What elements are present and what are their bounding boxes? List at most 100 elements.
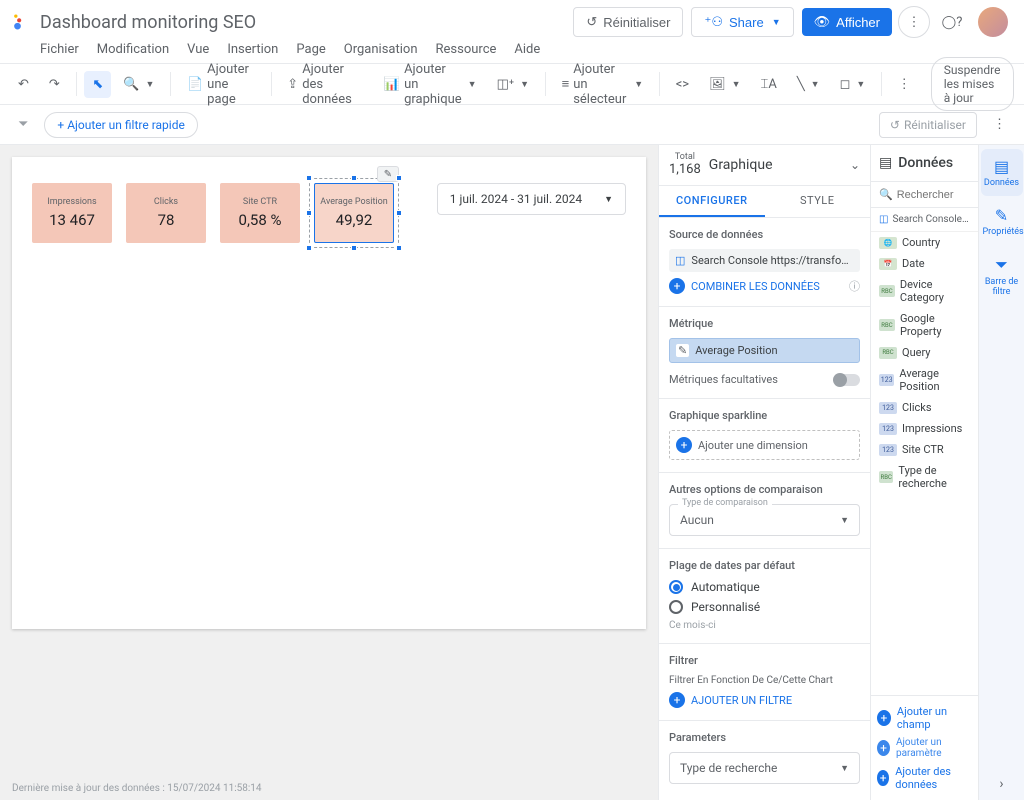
more-options-button[interactable]: ⋮ — [898, 6, 930, 38]
zoom-tool[interactable]: 🔍▼ — [115, 71, 162, 98]
field-google-property[interactable]: RBCGoogle Property — [871, 308, 978, 342]
field-type-icon: 🌐 — [879, 237, 897, 249]
add-page-button[interactable]: 📄 Ajouter une page — [179, 56, 263, 113]
menu-help[interactable]: Aide — [514, 42, 540, 57]
menu-resource[interactable]: Ressource — [436, 42, 497, 57]
scorecard-avg-position[interactable]: ✎ Average Position 49,92 — [314, 183, 394, 243]
sparkline-title: Graphique sparkline — [669, 409, 860, 422]
help-icon[interactable]: ◯? — [936, 6, 968, 38]
field-type-icon: RBC — [879, 347, 897, 359]
compare-title: Autres options de comparaison — [669, 483, 860, 496]
reset-filters-button[interactable]: ↺Réinitialiser — [879, 112, 977, 138]
field-type-de-recherche[interactable]: RBCType de recherche — [871, 460, 978, 494]
community-viz-button[interactable]: ◫⁺▼ — [489, 71, 537, 98]
redo-button[interactable]: ↷ — [41, 71, 68, 98]
scorecard-impressions[interactable]: Impressions 13 467 — [32, 183, 112, 243]
select-tool[interactable]: ⬉ — [84, 71, 111, 98]
params-title: Parameters — [669, 731, 860, 744]
text-button[interactable]: ⌶A — [753, 71, 785, 98]
datasource-title: Source de données — [669, 228, 860, 241]
metric-title: Métrique — [669, 317, 860, 330]
suspend-updates-button[interactable]: Suspendre les mises à jour — [931, 57, 1014, 111]
scorecard-type-icon[interactable]: Total 1,168 — [669, 153, 701, 177]
data-panel: ▤Données 🔍 ◫Search Console https:... 🌐Co… — [870, 145, 978, 800]
field-date[interactable]: 📅Date — [871, 253, 978, 274]
scorecard-clicks[interactable]: Clicks 78 — [126, 183, 206, 243]
blend-data-link[interactable]: +COMBINER LES DONNÉESⓘ — [669, 278, 860, 294]
field-type-icon: 123 — [879, 423, 897, 435]
field-search[interactable]: 🔍 — [871, 182, 978, 208]
share-button[interactable]: ⁺⚇Share▼ — [691, 7, 793, 37]
field-type-icon: RBC — [879, 471, 893, 483]
doc-title[interactable]: Dashboard monitoring SEO — [40, 12, 565, 33]
line-button[interactable]: ╲▼ — [789, 71, 828, 98]
report-page[interactable]: Impressions 13 467 Clicks 78 Site CTR 0,… — [12, 157, 646, 629]
field-query[interactable]: RBCQuery — [871, 342, 978, 363]
filter-icon[interactable]: ⏷ — [10, 111, 36, 138]
last-refresh-label: Dernière mise à jour des données : 15/07… — [12, 783, 262, 794]
add-data-link[interactable]: +Ajouter des données — [877, 762, 972, 794]
view-button[interactable]: 👁Afficher — [802, 8, 892, 36]
add-chart-button[interactable]: 📊 Ajouter un graphique▼ — [376, 56, 485, 113]
metric-chip[interactable]: ✎ Average Position — [669, 338, 860, 363]
add-dimension-drop[interactable]: +Ajouter une dimension — [669, 430, 860, 460]
field-type-icon: RBC — [879, 285, 895, 297]
menu-page[interactable]: Page — [296, 42, 325, 57]
optional-metrics-label: Métriques facultatives — [669, 373, 778, 386]
data-icon: ▤ — [879, 155, 892, 171]
menu-arrange[interactable]: Organisation — [344, 42, 418, 57]
filter-subtitle: Filtrer En Fonction De Ce/Cette Chart — [669, 675, 860, 686]
menu-edit[interactable]: Modification — [97, 42, 169, 57]
add-data-button[interactable]: ⇪ Ajouter des données — [279, 56, 372, 113]
field-country[interactable]: 🌐Country — [871, 232, 978, 253]
add-filter-link[interactable]: +AJOUTER UN FILTRE — [669, 692, 860, 708]
image-button[interactable]: 🖼▼ — [701, 71, 748, 98]
field-average-position[interactable]: 123Average Position — [871, 363, 978, 397]
data-source-name[interactable]: ◫Search Console https:... — [871, 208, 978, 232]
tab-style[interactable]: STYLE — [765, 186, 871, 217]
datasource-chip[interactable]: ◫ Search Console https://transfonumeriqu… — [669, 249, 860, 272]
add-control-button[interactable]: ≡ Ajouter un sélecteur▼ — [554, 56, 652, 113]
add-param-link[interactable]: +Ajouter un paramètre — [877, 734, 972, 762]
field-site-ctr[interactable]: 123Site CTR — [871, 439, 978, 460]
field-type-icon: 123 — [879, 402, 897, 414]
optional-metrics-toggle[interactable] — [834, 374, 860, 386]
search-icon: 🔍 — [879, 188, 893, 201]
parameter-select[interactable]: Type de recherche▼ — [669, 752, 860, 784]
field-clicks[interactable]: 123Clicks — [871, 397, 978, 418]
menu-view[interactable]: Vue — [187, 42, 209, 57]
tab-configure[interactable]: CONFIGURER — [659, 186, 765, 217]
menu-insert[interactable]: Insertion — [227, 42, 278, 57]
rail-filterbar[interactable]: ⏷Barre de filtre — [981, 247, 1023, 305]
add-field-link[interactable]: +Ajouter un champ — [877, 702, 972, 734]
chart-type-label: Graphique — [709, 157, 842, 173]
shape-button[interactable]: ◻▼ — [832, 71, 874, 98]
add-quick-filter[interactable]: + Ajouter un filtre rapide — [44, 112, 197, 138]
filter-more[interactable]: ⋮ — [985, 111, 1014, 138]
toolbar-more[interactable]: ⋮ — [890, 71, 919, 98]
quick-filter-bar: ⏷ + Ajouter un filtre rapide ↺Réinitiali… — [0, 105, 1024, 145]
rail-properties[interactable]: ✎Propriétés — [981, 198, 1023, 245]
date-auto-radio[interactable]: Automatique — [669, 580, 860, 594]
scorecard-ctr[interactable]: Site CTR 0,58 % — [220, 183, 300, 243]
reset-button[interactable]: ↺Réinitialiser — [573, 7, 683, 37]
field-type-icon: 📅 — [879, 258, 897, 270]
rail-expand[interactable]: › — [999, 776, 1003, 792]
chart-type-dropdown[interactable]: ⌄ — [850, 158, 860, 172]
date-custom-radio[interactable]: Personnalisé — [669, 600, 860, 614]
undo-button[interactable]: ↶ — [10, 71, 37, 98]
comparison-select[interactable]: Type de comparaison Aucun▼ — [669, 504, 860, 536]
right-rail: ▤Données ✎Propriétés ⏷Barre de filtre › — [978, 145, 1024, 800]
account-avatar[interactable] — [978, 7, 1008, 37]
embed-button[interactable]: <> — [668, 71, 697, 98]
toolbar: ↶ ↷ ⬉ 🔍▼ 📄 Ajouter une page ⇪ Ajouter de… — [0, 63, 1024, 105]
daterange-title: Plage de dates par défaut — [669, 559, 860, 572]
field-device-category[interactable]: RBCDevice Category — [871, 274, 978, 308]
field-type-icon: 123 — [879, 374, 894, 386]
field-search-input[interactable] — [897, 189, 967, 201]
date-range-control[interactable]: 1 juil. 2024 - 31 juil. 2024▼ — [437, 183, 626, 215]
menu-file[interactable]: Fichier — [40, 42, 79, 57]
field-impressions[interactable]: 123Impressions — [871, 418, 978, 439]
rail-data[interactable]: ▤Données — [981, 149, 1023, 196]
canvas-area[interactable]: Impressions 13 467 Clicks 78 Site CTR 0,… — [0, 145, 658, 800]
